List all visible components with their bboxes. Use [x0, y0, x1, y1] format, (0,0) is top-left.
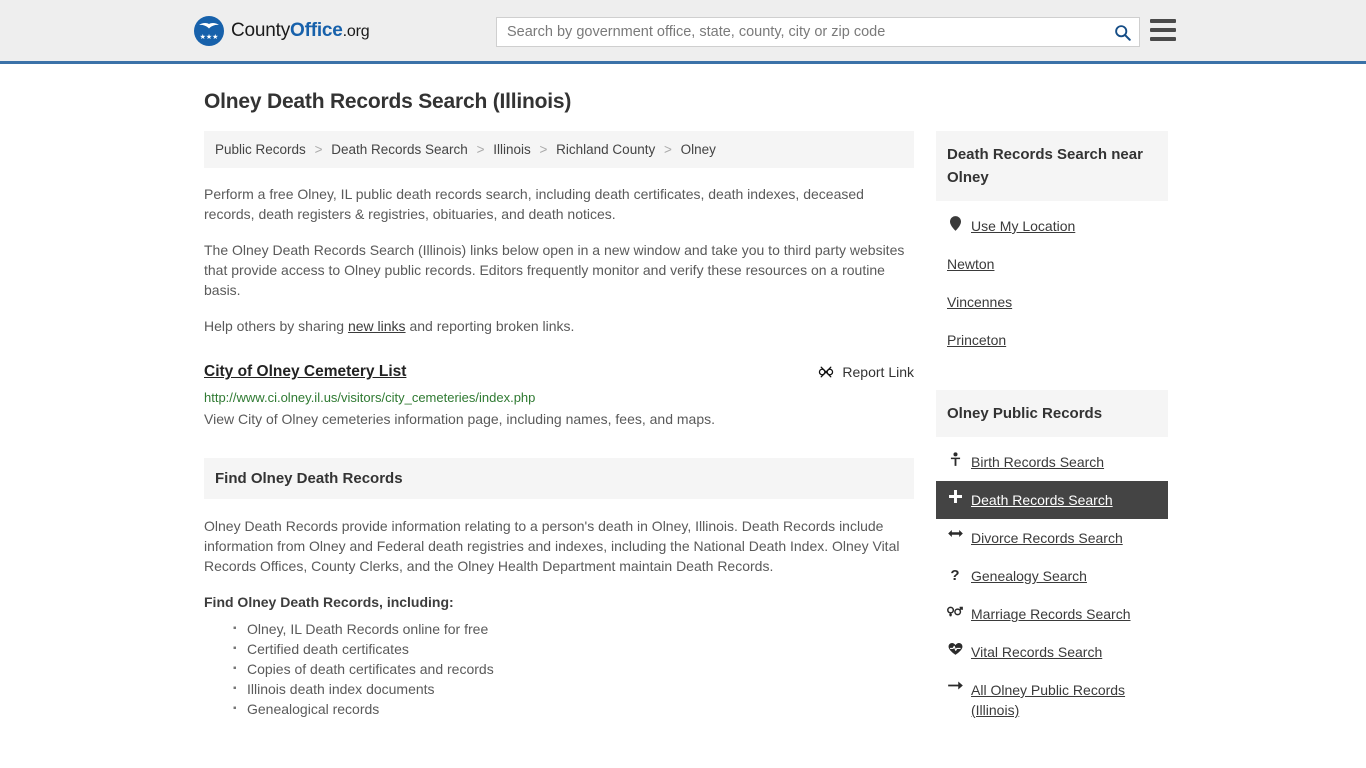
main-column: Public Records > Death Records Search > …: [204, 131, 914, 729]
sidebar-item-princeton[interactable]: Princeton: [936, 321, 1168, 359]
site-header: ★★★ CountyOffice.org: [0, 0, 1366, 64]
list-item: Genealogical records: [233, 699, 914, 719]
sidebar-item-label: All Olney Public Records (Illinois): [971, 682, 1126, 718]
map-pin-icon: [947, 216, 963, 231]
breadcrumb-separator: >: [539, 142, 548, 157]
report-link-button[interactable]: Report Link: [818, 364, 914, 380]
sidebar-public-records-list: Birth Records Search Death Records Searc…: [936, 443, 1168, 729]
sidebar-item-label: Vincennes: [947, 294, 1013, 310]
link-result-url[interactable]: http://www.ci.olney.il.us/visitors/city_…: [204, 390, 914, 405]
sidebar-item-vital-records-search[interactable]: Vital Records Search: [936, 633, 1168, 671]
hamburger-bar-2: [1150, 28, 1176, 32]
page-title: Olney Death Records Search (Illinois): [204, 90, 572, 113]
share-text-post: and reporting broken links.: [405, 318, 575, 334]
link-entry-header: City of Olney Cemetery List Report Link: [204, 363, 914, 381]
baby-icon: [947, 452, 963, 467]
broken-link-icon: [819, 366, 834, 378]
list-item: Certified death certificates: [233, 639, 914, 659]
left-right-arrow-icon: [947, 528, 963, 539]
list-item: Illinois death index documents: [233, 679, 914, 699]
sidebar-item-label: Newton: [947, 256, 995, 272]
hamburger-bar-3: [1150, 37, 1176, 41]
sidebar-nearby-heading: Death Records Search near Olney: [936, 131, 1168, 201]
sidebar-nearby-list: Use My Location Newton Vincennes Princet…: [936, 207, 1168, 359]
logo-wordmark: CountyOffice.org: [231, 19, 370, 42]
search-input[interactable]: [497, 18, 1105, 46]
arrow-right-icon: [947, 680, 963, 691]
search-icon: [1114, 24, 1131, 41]
link-result-description: View City of Olney cemeteries informatio…: [204, 411, 715, 427]
search-button[interactable]: [1105, 18, 1139, 46]
search-bar[interactable]: [496, 17, 1140, 47]
sidebar-item-label: Birth Records Search: [971, 454, 1105, 470]
question-mark-icon: ?: [950, 567, 960, 584]
list-item: Copies of death certificates and records: [233, 659, 914, 679]
breadcrumb-separator: >: [314, 142, 323, 157]
sidebar-item-label: Divorce Records Search: [971, 530, 1123, 546]
logo-text-org: .org: [342, 22, 370, 40]
sidebar-item-birth-records-search[interactable]: Birth Records Search: [936, 443, 1168, 481]
find-records-bullet-list: Olney, IL Death Records online for free …: [204, 619, 914, 719]
find-records-section-heading: Find Olney Death Records: [204, 458, 914, 499]
three-stars-icon: ★★★: [199, 33, 219, 41]
breadcrumb-item-death-records-search[interactable]: Death Records Search: [331, 142, 468, 157]
site-logo[interactable]: ★★★ CountyOffice.org: [194, 15, 370, 46]
hamburger-bar-1: [1150, 19, 1176, 23]
share-text-pre: Help others by sharing: [204, 318, 348, 334]
breadcrumb-separator: >: [476, 142, 485, 157]
breadcrumb-item-illinois[interactable]: Illinois: [493, 142, 531, 157]
eagle-wings-icon: [199, 22, 219, 28]
sidebar-item-label: Death Records Search: [971, 492, 1113, 508]
cross-icon: [947, 490, 963, 503]
find-records-section-body: Olney Death Records provide information …: [204, 516, 914, 719]
breadcrumb-item-olney[interactable]: Olney: [681, 142, 716, 157]
breadcrumb: Public Records > Death Records Search > …: [204, 131, 914, 168]
list-item: Olney, IL Death Records online for free: [233, 619, 914, 639]
link-result-title[interactable]: City of Olney Cemetery List: [204, 363, 406, 381]
report-link-label: Report Link: [842, 364, 914, 380]
sidebar-item-newton[interactable]: Newton: [936, 245, 1168, 283]
sidebar-item-label: Use My Location: [971, 218, 1076, 234]
sidebar-item-label: Marriage Records Search: [971, 606, 1131, 622]
hamburger-menu-icon[interactable]: [1150, 19, 1176, 41]
heart-pulse-icon: [947, 642, 963, 656]
link-result-entry: City of Olney Cemetery List Report Link …: [204, 363, 914, 427]
sidebar-item-death-records-search[interactable]: Death Records Search: [936, 481, 1168, 519]
page-container: Olney Death Records Search (Illinois) Pu…: [0, 90, 1366, 729]
male-female-icon: [947, 604, 963, 618]
sidebar-item-vincennes[interactable]: Vincennes: [936, 283, 1168, 321]
county-office-badge-icon: ★★★: [194, 15, 224, 46]
sidebar: Death Records Search near Olney Use My L…: [936, 131, 1168, 729]
sidebar-public-records-heading: Olney Public Records: [936, 390, 1168, 437]
sidebar-item-marriage-records-search[interactable]: Marriage Records Search: [936, 595, 1168, 633]
intro-paragraph-1: Perform a free Olney, IL public death re…: [204, 186, 864, 222]
intro-paragraph-3: Help others by sharing new links and rep…: [204, 316, 914, 336]
sidebar-item-label: Genealogy Search: [971, 568, 1087, 584]
sidebar-item-label: Vital Records Search: [971, 644, 1103, 660]
sidebar-item-label: Princeton: [947, 332, 1007, 348]
breadcrumb-item-richland-county[interactable]: Richland County: [556, 142, 655, 157]
new-links-link[interactable]: new links: [348, 318, 406, 334]
breadcrumb-separator: >: [663, 142, 672, 157]
sidebar-item-divorce-records-search[interactable]: Divorce Records Search: [936, 519, 1168, 557]
sidebar-item-all-public-records[interactable]: All Olney Public Records (Illinois): [936, 671, 1168, 729]
content-row: Public Records > Death Records Search > …: [204, 131, 1172, 729]
logo-text-office: Office: [290, 19, 343, 41]
find-records-sub-heading: Find Olney Death Records, including:: [204, 594, 454, 610]
sidebar-item-use-my-location[interactable]: Use My Location: [936, 207, 1168, 245]
breadcrumb-item-public-records[interactable]: Public Records: [215, 142, 306, 157]
find-records-body-text: Olney Death Records provide information …: [204, 518, 900, 574]
logo-text-county: County: [231, 19, 291, 41]
intro-paragraph-2: The Olney Death Records Search (Illinois…: [204, 242, 905, 298]
sidebar-item-genealogy-search[interactable]: ? Genealogy Search: [936, 557, 1168, 595]
